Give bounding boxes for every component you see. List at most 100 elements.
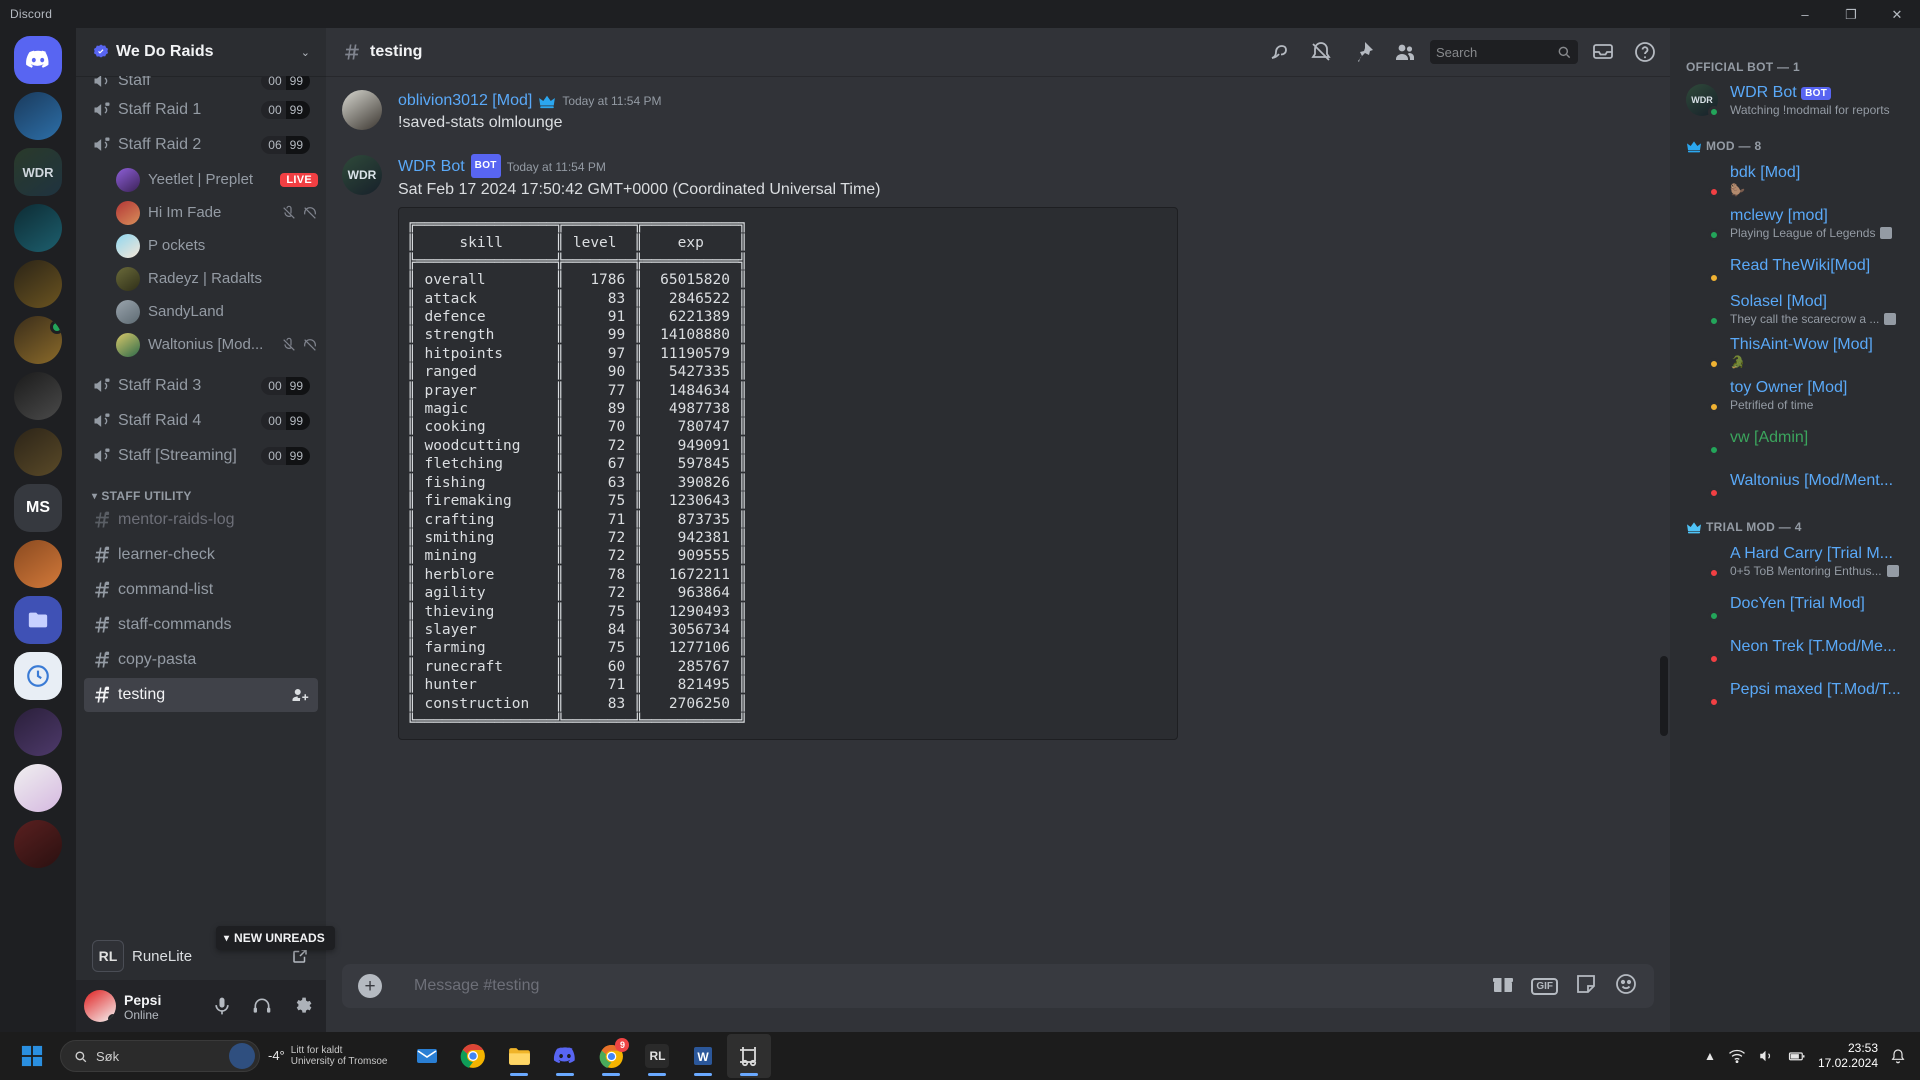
voice-member-hi-im-fade[interactable]: Hi Im Fade (108, 196, 326, 229)
channel-copy-pasta[interactable]: copy-pasta (84, 643, 318, 677)
channel-mentor-raids-log[interactable]: mentor-raids-log (84, 503, 318, 537)
channel-testing[interactable]: testing (84, 678, 318, 712)
taskbar-file-explorer-app[interactable] (497, 1034, 541, 1078)
avatar[interactable] (342, 90, 382, 130)
gear-icon[interactable] (286, 990, 318, 1022)
search-box[interactable] (1430, 40, 1578, 64)
microphone-icon[interactable] (206, 990, 238, 1022)
help-icon[interactable] (1628, 35, 1662, 69)
taskbar-word-app[interactable]: W (681, 1034, 725, 1078)
guild-icon-7[interactable] (14, 428, 62, 476)
gif-icon[interactable]: GIF (1531, 977, 1558, 995)
headphones-icon[interactable] (246, 990, 278, 1022)
guild-folder-icon[interactable] (14, 596, 62, 644)
member-row[interactable]: Neon Trek [T.Mod/Me... (1678, 626, 1912, 668)
channel-learner-check[interactable]: learner-check (84, 538, 318, 572)
emoji-icon[interactable] (1614, 972, 1638, 1001)
search-input[interactable] (1436, 44, 1552, 60)
weather-widget[interactable]: -4° Litt for kaldt University of Tromsoe (268, 1045, 387, 1067)
create-invite-icon[interactable] (290, 685, 310, 705)
new-unreads-banner[interactable]: ▾ NEW UNREADS (216, 926, 335, 950)
pin-icon[interactable] (1346, 35, 1380, 69)
message-author[interactable]: oblivion3012 [Mod] (398, 90, 532, 112)
member-row[interactable]: ThisAint-Wow [Mod] 🐊 (1678, 331, 1912, 373)
channel-staff-commands[interactable]: staff-commands (84, 608, 318, 642)
member-row[interactable]: Waltonius [Mod/Ment... (1678, 460, 1912, 502)
member-row[interactable]: toy Owner [Mod] Petrified of time (1678, 374, 1912, 416)
guild-icon-5[interactable] (14, 316, 62, 364)
threads-icon[interactable] (1262, 35, 1296, 69)
voice-member-yeetlet[interactable]: Yeetlet | Preplet LIVE (108, 163, 326, 196)
guild-icon-6[interactable] (14, 372, 62, 420)
taskbar-runelite-app[interactable]: RL (635, 1034, 679, 1078)
crown-icon (1687, 522, 1701, 534)
member-group-title: OFFICIAL BOT — 1 (1686, 60, 1800, 74)
member-row[interactable]: vw [Admin] (1678, 417, 1912, 459)
voice-member-sandyland[interactable]: SandyLand (108, 295, 326, 328)
guild-icon-ms[interactable]: MS (14, 484, 62, 532)
message-scrollbar[interactable] (1660, 656, 1668, 736)
channel-voice-staff-raid-2[interactable]: Staff Raid 2 06 99 (84, 128, 318, 162)
member-row[interactable]: WDR WDR Bot BOT Watching !modmail for re… (1678, 79, 1912, 121)
message-author[interactable]: WDR Bot (398, 156, 465, 178)
guild-icon-11[interactable] (14, 708, 62, 756)
inbox-icon[interactable] (1586, 35, 1620, 69)
guild-icon-1[interactable] (14, 92, 62, 140)
guild-home-button[interactable] (14, 36, 62, 84)
close-button[interactable]: ✕ (1874, 0, 1920, 28)
taskbar-mail-app[interactable] (405, 1034, 449, 1078)
voice-member-p-ockets[interactable]: P ockets (108, 229, 326, 262)
channel-voice-staff-streaming[interactable]: Staff [Streaming] 00 99 (84, 439, 318, 473)
guild-icon-4[interactable] (14, 260, 62, 308)
message-list[interactable]: oblivion3012 [Mod] Today at 11:54 PM !sa… (326, 76, 1670, 964)
minimize-button[interactable]: – (1782, 0, 1828, 28)
voice-member-waltonius[interactable]: Waltonius [Mod... (108, 328, 326, 361)
sticker-icon[interactable] (1574, 972, 1598, 1001)
avatar[interactable]: WDR (342, 155, 382, 195)
member-row[interactable]: Read TheWiki[Mod] (1678, 245, 1912, 287)
channel-command-list[interactable]: command-list (84, 573, 318, 607)
taskbar-search[interactable]: Søk (60, 1040, 260, 1072)
guild-icon-clock[interactable] (14, 652, 62, 700)
server-header[interactable]: We Do Raids ⌄ (76, 28, 326, 76)
avatar[interactable] (84, 990, 116, 1022)
member-row[interactable]: Solasel [Mod] They call the scarecrow a … (1678, 288, 1912, 330)
member-row[interactable]: DocYen [Trial Mod] (1678, 583, 1912, 625)
channel-name: mentor-raids-log (118, 511, 235, 528)
notification-off-icon[interactable] (1304, 35, 1338, 69)
member-row[interactable]: bdk [Mod] 🦫 (1678, 159, 1912, 201)
battery-icon[interactable] (1788, 1047, 1806, 1065)
wifi-icon[interactable] (1728, 1047, 1746, 1065)
message-input[interactable]: Message #testing (414, 977, 1475, 995)
guild-icon-3[interactable] (14, 204, 62, 252)
taskbar-discord-app[interactable] (543, 1034, 587, 1078)
taskbar-snipping-tool-app[interactable] (727, 1034, 772, 1078)
category-staff-utility[interactable]: ▾ STAFF UTILITY (76, 474, 326, 503)
channel-voice-staff[interactable]: Staff 00 99 (84, 76, 318, 92)
taskbar-clock[interactable]: 23:53 17.02.2024 (1818, 1041, 1878, 1071)
channel-voice-staff-raid-1[interactable]: Staff Raid 1 00 99 (84, 93, 318, 127)
attach-icon[interactable]: + (358, 974, 382, 998)
taskbar-chrome-app[interactable] (451, 1034, 495, 1078)
channel-voice-staff-raid-4[interactable]: Staff Raid 4 00 99 (84, 404, 318, 438)
message-composer[interactable]: + Message #testing GIF (342, 964, 1654, 1008)
maximize-button[interactable]: ❐ (1828, 0, 1874, 28)
taskbar-chrome-canary-app[interactable]: 9 (589, 1034, 633, 1078)
tray-expand-icon[interactable]: ▲ (1704, 1049, 1716, 1063)
member-row[interactable]: A Hard Carry [Trial M... 0+5 ToB Mentori… (1678, 540, 1912, 582)
member-row[interactable]: Pepsi maxed [T.Mod/T... (1678, 669, 1912, 711)
member-list[interactable]: OFFICIAL BOT — 1 WDR WDR Bot BOT Watchin… (1670, 28, 1920, 1032)
start-button[interactable] (8, 1032, 56, 1080)
channel-voice-staff-raid-3[interactable]: Staff Raid 3 00 99 (84, 369, 318, 403)
notification-bell-icon[interactable] (1890, 1048, 1906, 1064)
voice-member-radeyz[interactable]: Radeyz | Radalts (108, 262, 326, 295)
members-icon[interactable] (1388, 35, 1422, 69)
guild-icon-wdr-active[interactable]: WDR (14, 148, 62, 196)
member-row[interactable]: mclewy [mod] Playing League of Legends (1678, 202, 1912, 244)
gift-icon[interactable] (1491, 972, 1515, 1001)
guild-icon-13[interactable] (14, 820, 62, 868)
guild-icon-9[interactable] (14, 540, 62, 588)
guild-icon-12[interactable] (14, 764, 62, 812)
channel-list[interactable]: Staff 00 99 Staff Raid 1 00 99 Staff Rai… (76, 76, 326, 934)
volume-icon[interactable] (1758, 1047, 1776, 1065)
